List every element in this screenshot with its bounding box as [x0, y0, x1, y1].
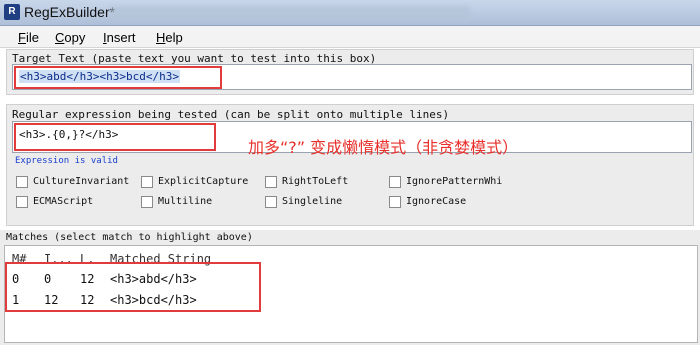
- window-title: RegExBuilder*: [24, 4, 116, 20]
- menu-help[interactable]: Help: [156, 30, 183, 45]
- menu-insert[interactable]: Insert: [103, 30, 136, 45]
- culture-invariant-checkbox[interactable]: [16, 176, 28, 188]
- ignore-case-label: IgnoreCase: [406, 196, 467, 207]
- explicit-capture-checkbox[interactable]: [141, 176, 153, 188]
- target-highlight-box: [14, 66, 222, 89]
- right-to-left-checkbox[interactable]: [265, 176, 277, 188]
- singleline-checkbox[interactable]: [265, 196, 277, 208]
- regex-highlight-box: [14, 123, 216, 151]
- menu-file[interactable]: File: [18, 30, 39, 45]
- ecmascript-checkbox[interactable]: [16, 196, 28, 208]
- expression-status: Expression is valid: [15, 156, 118, 166]
- lazy-mode-annotation: 加多“?” 变成懒惰模式（非贪婪模式）: [248, 138, 519, 157]
- matches-label: Matches (select match to highlight above…: [6, 232, 253, 243]
- matches-highlight-box: [5, 262, 261, 312]
- explicit-capture-label: ExplicitCapture: [158, 176, 249, 187]
- multiline-label: Multiline: [158, 196, 213, 207]
- ignore-pattern-whitespace-checkbox[interactable]: [389, 176, 401, 188]
- regex-label: Regular expression being tested (can be …: [12, 108, 450, 121]
- ignore-case-checkbox[interactable]: [389, 196, 401, 208]
- culture-invariant-label: CultureInvariant: [33, 176, 130, 187]
- menu-copy[interactable]: Copy: [55, 30, 85, 45]
- app-icon: R: [4, 4, 20, 20]
- right-to-left-label: RightToLeft: [282, 176, 349, 187]
- multiline-checkbox[interactable]: [141, 196, 153, 208]
- singleline-label: Singleline: [282, 196, 343, 207]
- blurred-title-region: [110, 6, 470, 20]
- ecmascript-label: ECMAScript: [33, 196, 94, 207]
- ignore-pattern-whitespace-label: IgnorePatternWhi: [406, 176, 503, 187]
